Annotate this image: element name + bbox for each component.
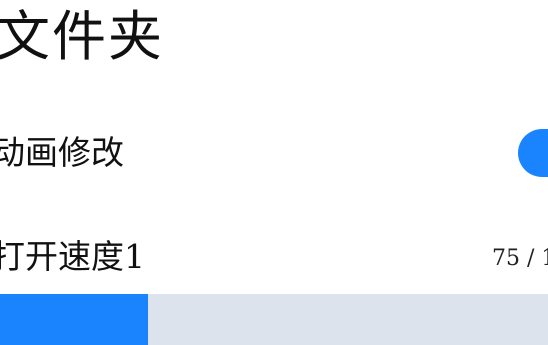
settings-screen: 文件夹 动画修改 打开速度1 75 / 1 bbox=[0, 0, 548, 345]
open-speed-slider-cap bbox=[0, 294, 40, 345]
open-speed-value: 75 / 1 bbox=[492, 246, 548, 271]
open-speed-slider[interactable] bbox=[0, 294, 548, 345]
animation-label: 动画修改 bbox=[0, 133, 124, 172]
open-speed-label: 打开速度1 bbox=[0, 237, 145, 276]
open-speed-setting-row: 打开速度1 bbox=[0, 226, 548, 290]
animation-setting-row: 动画修改 bbox=[0, 122, 548, 186]
page-title: 文件夹 bbox=[0, 5, 164, 68]
